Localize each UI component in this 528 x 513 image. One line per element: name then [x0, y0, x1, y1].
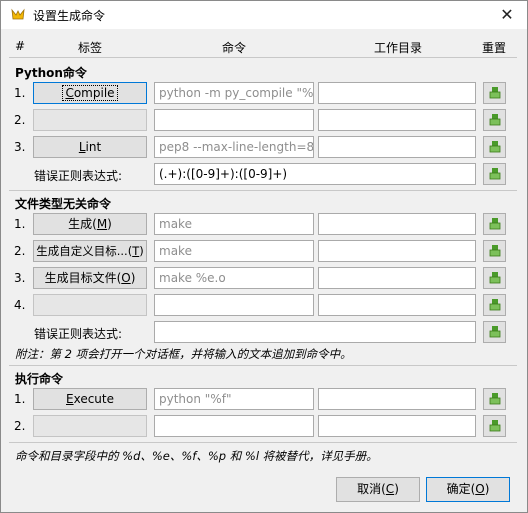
independent-regex-field[interactable] — [154, 321, 476, 343]
independent-note: 附注：第 2 项会打开一个对话框，并将输入的文本追加到命令中。 — [15, 347, 352, 361]
header-label: 标签 — [78, 41, 103, 55]
header-command: 命令 — [222, 41, 247, 55]
python-workdir-field-1[interactable] — [318, 82, 476, 104]
independent-label-button-1[interactable]: 生成(M) — [33, 213, 147, 235]
execute-label-button-1[interactable]: Execute — [33, 388, 147, 410]
broom-reset-icon — [489, 114, 501, 126]
execute-reset-button-2[interactable] — [483, 415, 506, 437]
broom-reset-icon — [489, 299, 501, 311]
independent-command-field-3[interactable]: make %e.o — [154, 267, 314, 289]
window-title: 设置生成命令 — [33, 9, 106, 23]
broom-reset-icon — [489, 420, 501, 432]
header-workdir: 工作目录 — [374, 41, 423, 55]
broom-reset-icon — [489, 272, 501, 284]
python-label-button-1[interactable]: Compile — [33, 82, 147, 104]
independent-label-button-2[interactable]: 生成自定义目标...(T) — [33, 240, 147, 262]
section-separator — [9, 365, 517, 366]
independent-reset-button-2[interactable] — [483, 240, 506, 262]
row-number: 1. — [14, 217, 26, 231]
close-icon[interactable]: ✕ — [487, 1, 527, 29]
broom-reset-icon — [489, 168, 501, 180]
cancel-button[interactable]: 取消(C) — [336, 477, 420, 502]
broom-reset-icon — [489, 326, 501, 338]
independent-regex-label: 错误正则表达式: — [34, 327, 123, 341]
python-workdir-field-2[interactable] — [318, 109, 476, 131]
python-workdir-field-3[interactable] — [318, 136, 476, 158]
python-reset-button-2[interactable] — [483, 109, 506, 131]
independent-workdir-field-1[interactable] — [318, 213, 476, 235]
ok-button[interactable]: 确定(O) — [426, 477, 510, 502]
build-commands-dialog: 设置生成命令 ✕ # 标签 命令 工作目录 重置 Python命令 1. Com… — [0, 0, 528, 513]
python-command-field-3[interactable]: pep8 --max-line-length=80 "%f" — [154, 136, 314, 158]
execute-command-field-2[interactable] — [154, 415, 314, 437]
python-command-field-1[interactable]: python -m py_compile "%f" — [154, 82, 314, 104]
independent-regex-reset-button[interactable] — [483, 321, 506, 343]
execute-reset-button-1[interactable] — [483, 388, 506, 410]
python-reset-button-3[interactable] — [483, 136, 506, 158]
independent-command-field-4[interactable] — [154, 294, 314, 316]
geany-icon — [10, 8, 26, 22]
footer-note: 命令和目录字段中的 %d、%e、%f、%p 和 %l 将被替代，详见手册。 — [15, 449, 378, 463]
independent-reset-button-4[interactable] — [483, 294, 506, 316]
independent-workdir-field-3[interactable] — [318, 267, 476, 289]
row-number: 3. — [14, 271, 26, 285]
independent-command-field-1[interactable]: make — [154, 213, 314, 235]
section-title-execute: 执行命令 — [15, 372, 64, 386]
python-label-button-2[interactable] — [33, 109, 147, 131]
broom-reset-icon — [489, 87, 501, 99]
broom-reset-icon — [489, 393, 501, 405]
row-number: 4. — [14, 298, 26, 312]
execute-workdir-field-2[interactable] — [318, 415, 476, 437]
row-number: 2. — [14, 419, 26, 433]
header-separator — [9, 57, 517, 58]
section-title-independent: 文件类型无关命令 — [15, 197, 112, 211]
independent-reset-button-3[interactable] — [483, 267, 506, 289]
title-bar: 设置生成命令 ✕ — [1, 1, 527, 29]
independent-reset-button-1[interactable] — [483, 213, 506, 235]
python-command-field-2[interactable] — [154, 109, 314, 131]
header-reset: 重置 — [482, 41, 507, 55]
independent-label-button-4[interactable] — [33, 294, 147, 316]
broom-reset-icon — [489, 218, 501, 230]
python-label-button-3[interactable]: Lint — [33, 136, 147, 158]
independent-workdir-field-4[interactable] — [318, 294, 476, 316]
python-regex-reset-button[interactable] — [483, 163, 506, 185]
independent-command-field-2[interactable]: make — [154, 240, 314, 262]
header-number: # — [15, 39, 26, 53]
python-regex-field[interactable]: (.+):([0-9]+):([0-9]+) — [154, 163, 476, 185]
execute-workdir-field-1[interactable] — [318, 388, 476, 410]
section-separator — [9, 442, 517, 443]
row-number: 1. — [14, 392, 26, 406]
row-number: 2. — [14, 244, 26, 258]
row-number: 3. — [14, 140, 26, 154]
broom-reset-icon — [489, 141, 501, 153]
section-separator — [9, 190, 517, 191]
execute-command-field-1[interactable]: python "%f" — [154, 388, 314, 410]
section-title-python: Python命令 — [15, 66, 87, 80]
python-reset-button-1[interactable] — [483, 82, 506, 104]
independent-label-button-3[interactable]: 生成目标文件(O) — [33, 267, 147, 289]
row-number: 1. — [14, 86, 26, 100]
execute-label-button-2[interactable] — [33, 415, 147, 437]
python-regex-label: 错误正则表达式: — [34, 169, 123, 183]
independent-workdir-field-2[interactable] — [318, 240, 476, 262]
row-number: 2. — [14, 113, 26, 127]
broom-reset-icon — [489, 245, 501, 257]
